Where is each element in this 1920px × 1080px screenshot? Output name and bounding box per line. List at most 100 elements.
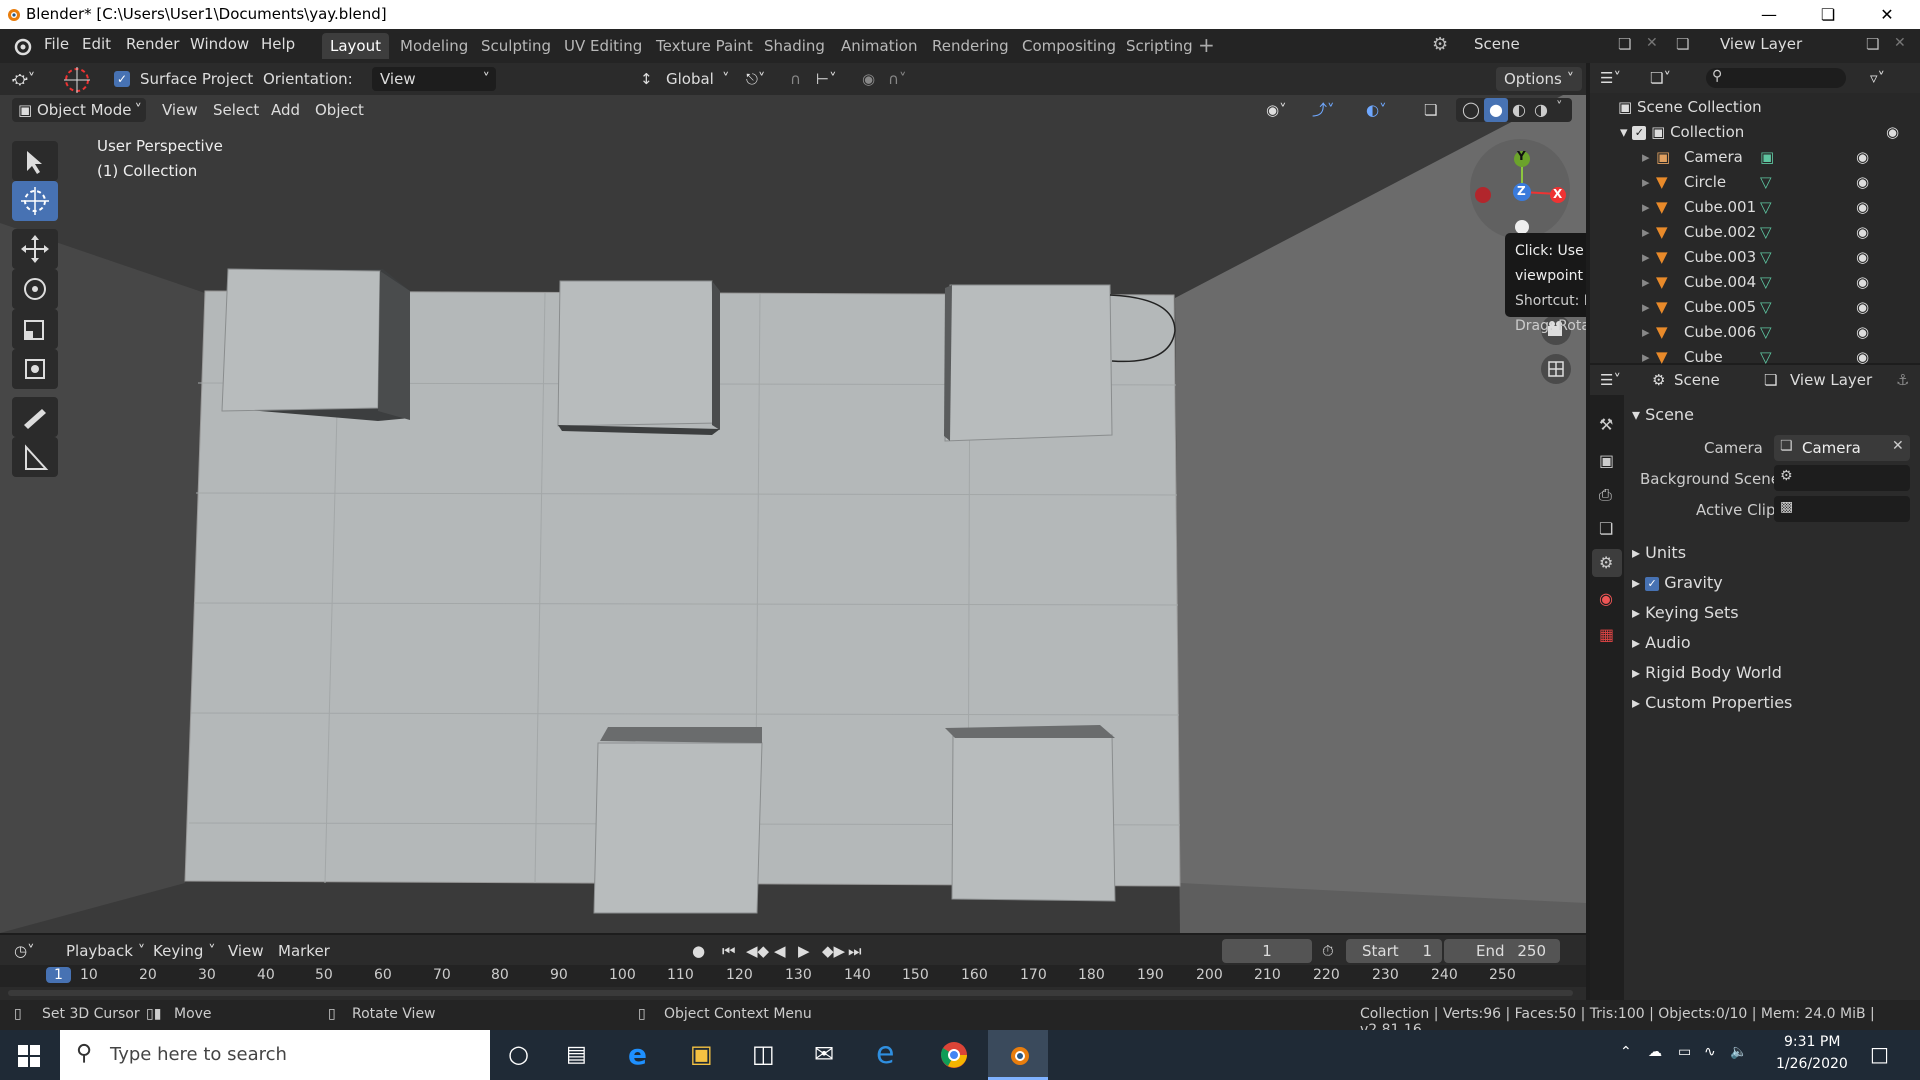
- edge-browser-icon[interactable]: e: [628, 1038, 647, 1071]
- outliner-item-row[interactable]: ▸ ▼ Cube.005 ▽ ◉: [1590, 295, 1920, 320]
- outliner-item-row[interactable]: ▸ ▼ Circle ▽ ◉: [1590, 170, 1920, 195]
- gravity-panel[interactable]: ▸ ✓ Gravity: [1632, 569, 1912, 597]
- object-menu[interactable]: Object: [315, 98, 364, 122]
- internet-explorer-icon[interactable]: e: [876, 1036, 894, 1071]
- tab-scripting[interactable]: Scripting: [1118, 33, 1201, 59]
- view-layer-selector-icon[interactable]: ❏: [1676, 35, 1689, 53]
- blender-taskbar-button[interactable]: [988, 1030, 1048, 1080]
- snap-target-icon[interactable]: ⊢˅: [816, 67, 837, 91]
- current-frame-field[interactable]: 1: [1222, 939, 1312, 963]
- eye-icon[interactable]: ◉: [1856, 320, 1869, 345]
- gizmo-toggle[interactable]: ⤴˅: [1312, 98, 1335, 122]
- properties-editor-type-icon[interactable]: ☰˅: [1600, 368, 1621, 392]
- orientation-dropdown[interactable]: View ˅: [372, 67, 496, 91]
- wifi-icon[interactable]: ∿: [1704, 1044, 1716, 1060]
- overlay-toggle[interactable]: ◐˅: [1366, 98, 1387, 122]
- timeline-view-menu[interactable]: View: [228, 939, 264, 963]
- transform-orientation-value[interactable]: Global: [666, 67, 714, 91]
- eye-icon[interactable]: ◉: [1856, 295, 1869, 320]
- eye-icon[interactable]: ◉: [1856, 170, 1869, 195]
- falloff-icon[interactable]: ∩˅: [888, 67, 906, 91]
- output-tab-icon[interactable]: ⎙: [1599, 485, 1612, 505]
- tool-icon[interactable]: ⛮˅: [12, 67, 35, 91]
- tool-tab-icon[interactable]: ⚒: [1599, 415, 1613, 434]
- blender-menu-icon[interactable]: [10, 36, 32, 56]
- outliner-editor-type-icon[interactable]: ☰˅: [1600, 66, 1621, 90]
- menu-window[interactable]: Window: [190, 35, 249, 53]
- collection-row[interactable]: ▾ ✓ ▣ Collection ◉: [1620, 120, 1920, 145]
- start-frame-field[interactable]: Start 1: [1346, 939, 1442, 963]
- tray-chevron-up-icon[interactable]: ⌃: [1620, 1044, 1632, 1060]
- store-icon[interactable]: ◫: [752, 1040, 775, 1068]
- play-icon[interactable]: ▶: [798, 939, 810, 963]
- menu-help[interactable]: Help: [261, 35, 295, 53]
- surface-project-checkbox[interactable]: ✓: [114, 71, 130, 87]
- timeline-frame-ruler[interactable]: 1 10 20 30 40 50 60 70 80 90 100 110 120 130 140 150 160…: [0, 965, 1586, 987]
- view-layer-tab-icon[interactable]: ❏: [1599, 519, 1613, 538]
- options-dropdown[interactable]: Options ˅: [1496, 67, 1583, 91]
- record-icon[interactable]: ●: [692, 939, 705, 963]
- volume-icon[interactable]: 🔈: [1730, 1044, 1747, 1060]
- menu-file[interactable]: File: [44, 35, 69, 53]
- outliner-item-row[interactable]: ▸ ▼ Cube.006 ▽ ◉: [1590, 320, 1920, 345]
- outliner-search-input[interactable]: ⚲: [1706, 68, 1846, 88]
- mode-dropdown[interactable]: ▣ Object Mode ˅: [12, 98, 146, 122]
- eye-icon[interactable]: ◉: [1856, 270, 1869, 295]
- task-view-icon[interactable]: ▤: [566, 1042, 587, 1067]
- view-layer-name[interactable]: View Layer: [1720, 35, 1802, 53]
- onedrive-icon[interactable]: ☁: [1648, 1044, 1662, 1060]
- transform-tool-button[interactable]: [12, 349, 58, 389]
- select-tool-button[interactable]: [12, 141, 58, 181]
- clock-date[interactable]: 1/26/2020: [1776, 1056, 1848, 1072]
- scene-name[interactable]: Scene: [1474, 35, 1520, 53]
- properties-scene-tab[interactable]: Scene: [1674, 368, 1720, 392]
- scale-tool-button[interactable]: [12, 309, 58, 349]
- wireframe-shading-icon[interactable]: ◯: [1462, 100, 1480, 119]
- background-scene-field[interactable]: ⚙: [1774, 465, 1910, 491]
- eye-icon[interactable]: ◉: [1886, 120, 1899, 145]
- collection-checkbox[interactable]: ✓: [1632, 125, 1647, 140]
- tab-texture-paint[interactable]: Texture Paint: [648, 33, 761, 59]
- chrome-icon[interactable]: [940, 1041, 968, 1069]
- tab-layout[interactable]: Layout: [322, 33, 389, 59]
- tab-modeling[interactable]: Modeling: [392, 33, 476, 59]
- timeline-scrollbar[interactable]: [8, 990, 1573, 996]
- outliner-item-row[interactable]: ▸ ▼ Cube.003 ▽ ◉: [1590, 245, 1920, 270]
- end-frame-field[interactable]: End 250: [1444, 939, 1560, 963]
- view-menu[interactable]: View: [162, 98, 198, 122]
- eye-icon[interactable]: ◉: [1856, 245, 1869, 270]
- new-view-layer-icon[interactable]: ❏: [1866, 35, 1879, 53]
- tab-sculpting[interactable]: Sculpting: [473, 33, 559, 59]
- filter-icon[interactable]: ▿˅: [1870, 66, 1885, 90]
- rigid-body-world-panel[interactable]: ▸ Rigid Body World: [1632, 659, 1912, 687]
- remove-scene-icon[interactable]: ✕: [1646, 35, 1658, 51]
- proportional-edit-icon[interactable]: ◉: [862, 67, 875, 91]
- pin-icon[interactable]: ⚓: [1896, 368, 1909, 392]
- eye-icon[interactable]: ◉: [1856, 145, 1869, 170]
- playback-menu[interactable]: Playback ˅: [66, 939, 145, 963]
- eye-icon[interactable]: ◉: [1856, 195, 1869, 220]
- scene-collection-row[interactable]: ▣ Scene Collection: [1618, 95, 1762, 120]
- units-panel[interactable]: ▸ Units: [1632, 539, 1912, 567]
- scene-tab-active[interactable]: ⚙: [1592, 549, 1622, 577]
- outliner-item-row[interactable]: ▸ ▣ Camera ▣ ◉: [1590, 145, 1920, 170]
- tab-compositing[interactable]: Compositing: [1014, 33, 1124, 59]
- gravity-checkbox[interactable]: ✓: [1645, 576, 1660, 591]
- jump-start-icon[interactable]: ⏮: [722, 939, 736, 963]
- pivot-point-icon[interactable]: ⎋˅: [746, 67, 765, 91]
- ortho-toggle-button[interactable]: [1541, 354, 1571, 384]
- eye-icon[interactable]: ◉: [1856, 220, 1869, 245]
- rotate-tool-button[interactable]: [12, 269, 58, 309]
- close-button[interactable]: ✕: [1864, 0, 1910, 29]
- move-tool-button[interactable]: [12, 229, 58, 269]
- active-clip-field[interactable]: ▩: [1774, 496, 1910, 522]
- outliner-item-row[interactable]: ▸ ▼ Cube.002 ▽ ◉: [1590, 220, 1920, 245]
- clear-camera-icon[interactable]: ✕: [1892, 438, 1904, 454]
- cursor-tool-button[interactable]: [12, 181, 58, 221]
- tab-animation[interactable]: Animation: [833, 33, 925, 59]
- file-explorer-icon[interactable]: ▣: [690, 1040, 713, 1068]
- stopwatch-icon[interactable]: ⏱: [1322, 939, 1334, 963]
- minimize-button[interactable]: —: [1746, 0, 1792, 29]
- navigation-gizmo[interactable]: Y Z X: [1470, 139, 1570, 239]
- properties-view-layer-tab[interactable]: View Layer: [1790, 368, 1872, 392]
